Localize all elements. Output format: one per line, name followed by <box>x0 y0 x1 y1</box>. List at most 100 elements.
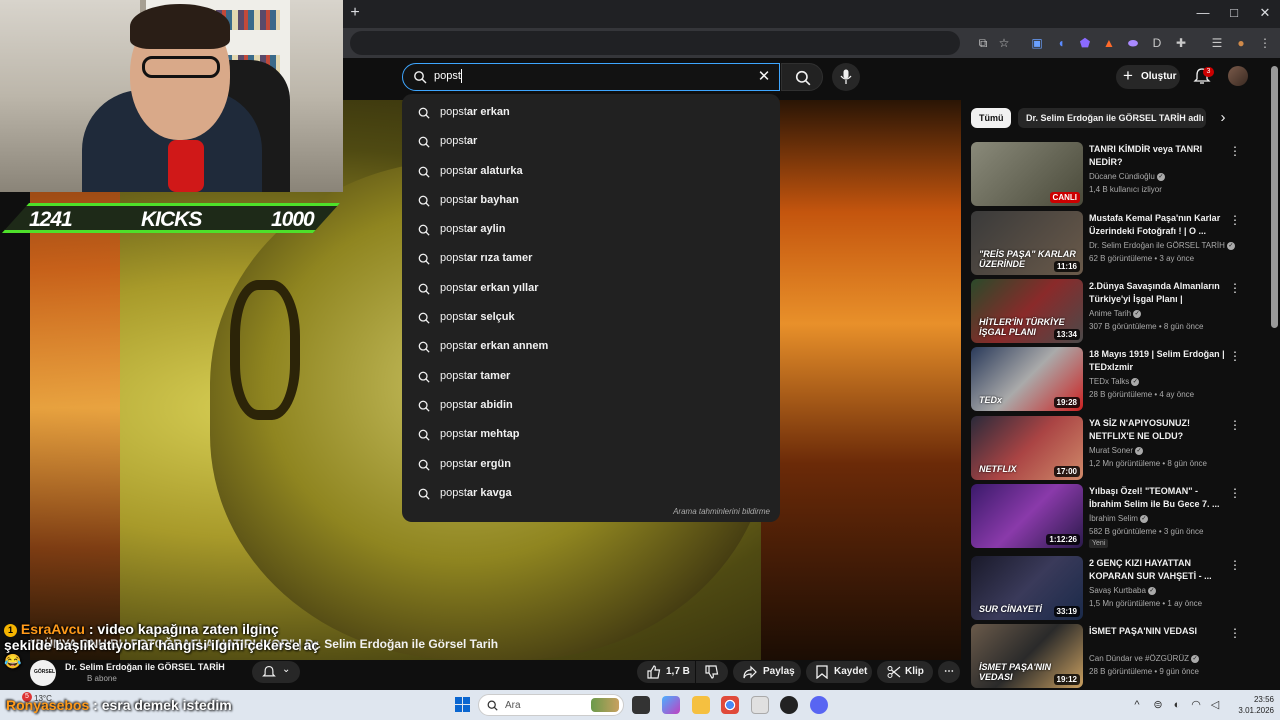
close-window-button[interactable]: ✕ <box>1250 4 1280 22</box>
related-channel-name[interactable]: Anime Tarih <box>1089 309 1131 318</box>
shield-extension-icon[interactable]: ⬟ <box>1076 34 1094 52</box>
suggestion-item[interactable]: popstar <box>402 127 780 156</box>
video-thumbnail[interactable]: "REİS PAŞA" KARLAR ÜZERİNDE 11:16 <box>971 211 1083 275</box>
video-thumbnail[interactable]: HİTLER'İN TÜRKİYE İŞGAL PLANI 13:34 <box>971 279 1083 343</box>
voice-search-button[interactable] <box>832 63 860 91</box>
related-channel-name[interactable]: İbrahim Selim <box>1089 514 1138 523</box>
related-video-title[interactable]: 18 Mayıs 1919 | Selim Erdoğan | TEDxIzmi… <box>1089 348 1225 374</box>
share-button[interactable]: Paylaş <box>733 661 801 683</box>
more-options-icon[interactable]: ⋮ <box>1229 486 1241 500</box>
related-video-title[interactable]: 2.Dünya Savaşında Almanların Türkiye'yi … <box>1089 280 1225 307</box>
search-button[interactable] <box>781 63 823 91</box>
suggestion-item[interactable]: popstar abidin <box>402 391 780 420</box>
more-options-icon[interactable]: ⋮ <box>1229 213 1241 227</box>
related-video-title[interactable]: Mustafa Kemal Paşa'nın Karlar Üzerindeki… <box>1089 212 1225 238</box>
notepad-icon[interactable] <box>751 696 769 714</box>
suggestion-item[interactable]: popstar tamer <box>402 362 780 391</box>
page-scrollbar[interactable] <box>1271 66 1278 328</box>
account-avatar[interactable] <box>1228 66 1248 86</box>
related-video-card[interactable]: TEDx 19:28 18 Mayıs 1919 | Selim Erdoğan |… <box>971 347 1251 411</box>
address-bar[interactable] <box>350 31 960 55</box>
mute-icon[interactable]: ◐ <box>1170 698 1184 712</box>
more-options-icon[interactable]: ⋮ <box>1229 418 1241 432</box>
related-video-title[interactable]: 2 GENÇ KIZI HAYATTAN KOPARAN SUR VAHŞETİ… <box>1089 557 1225 583</box>
dislike-button[interactable] <box>696 661 728 683</box>
related-video-title[interactable]: TANRI KİMDİR veya TANRI NEDİR? <box>1089 143 1225 169</box>
discord-icon[interactable] <box>810 696 828 714</box>
related-video-card[interactable]: 1:12:26 Yılbaşı Özel! "TEOMAN" - İbrahim … <box>971 484 1251 548</box>
pill-extension-icon[interactable]: ⬬ <box>1124 34 1142 52</box>
chevron-right-icon[interactable]: › <box>1215 110 1231 126</box>
like-button[interactable]: 1,7 B <box>637 661 695 683</box>
windows-start-icon[interactable] <box>455 697 470 712</box>
more-options-icon[interactable]: ⋮ <box>1229 558 1241 572</box>
related-channel-name[interactable]: Dücane Cündioğlu <box>1089 172 1155 181</box>
suggestion-item[interactable]: popstar mehtap <box>402 420 780 449</box>
related-video-card[interactable]: NETFLIX 17:00 YA SİZ N'APIYOSUNUZ! NETFLIX… <box>971 416 1251 480</box>
related-video-title[interactable]: YA SİZ N'APIYOSUNUZ! NETFLIX'E NE OLDU? <box>1089 417 1225 443</box>
chip-all[interactable]: Tümü <box>971 108 1011 128</box>
suggestion-item[interactable]: popstar rıza tamer <box>402 244 780 273</box>
suggestion-item[interactable]: popstar erkan <box>402 98 780 127</box>
chip-channel[interactable]: Dr. Selim Erdoğan ile GÖRSEL TARİH adlı … <box>1018 108 1206 128</box>
new-tab-button[interactable]: + <box>346 4 364 22</box>
video-thumbnail[interactable]: CANLI <box>971 142 1083 206</box>
related-video-card[interactable]: "REİS PAŞA" KARLAR ÜZERİNDE 11:16 Mustafa … <box>971 211 1251 275</box>
suggestion-item[interactable]: popstar alaturka <box>402 157 780 186</box>
video-thumbnail[interactable]: TEDx 19:28 <box>971 347 1083 411</box>
suggestion-item[interactable]: popstar bayhan <box>402 186 780 215</box>
related-video-title[interactable]: İSMET PAŞA'NIN VEDASI <box>1089 625 1225 638</box>
report-suggestions-link[interactable]: Arama tahminlerini bildirme <box>673 507 770 516</box>
related-channel-name[interactable]: Murat Soner <box>1089 446 1133 455</box>
reading-list-icon[interactable]: ☰ <box>1208 34 1226 52</box>
system-clock[interactable]: 23:56 3.01.2026 <box>1228 694 1274 716</box>
suggestion-item[interactable]: popstar erkan yıllar <box>402 274 780 303</box>
chrome-icon[interactable] <box>721 696 739 714</box>
related-channel-name[interactable]: Can Dündar ve #ÖZGÜRÜZ <box>1089 654 1189 663</box>
taskbar-search[interactable]: Ara <box>478 694 624 716</box>
browser-menu-icon[interactable]: ⋮ <box>1256 34 1274 52</box>
video-thumbnail[interactable]: İSMET PAŞA'NIN VEDASI 19:12 <box>971 624 1083 688</box>
task-view-icon[interactable] <box>632 696 650 714</box>
extensions-puzzle-icon[interactable]: ✚ <box>1172 34 1190 52</box>
related-video-card[interactable]: HİTLER'İN TÜRKİYE İŞGAL PLANI 13:34 2.Düny… <box>971 279 1251 343</box>
create-button[interactable]: + Oluştur <box>1116 65 1180 89</box>
clip-button[interactable]: Klip <box>877 661 933 683</box>
copilot-icon[interactable] <box>662 696 680 714</box>
more-options-icon[interactable]: ⋮ <box>1229 281 1241 295</box>
minimize-button[interactable]: — <box>1188 4 1218 22</box>
suggestion-item[interactable]: popstar kavga <box>402 479 780 508</box>
related-channel-name[interactable]: TEDx Talks <box>1089 377 1129 386</box>
bookmark-star-icon[interactable]: ☆ <box>995 34 1013 52</box>
cast-icon[interactable]: ⧉ <box>974 34 992 52</box>
suggestion-item[interactable]: popstar selçuk <box>402 303 780 332</box>
chevron-up-icon[interactable]: ^ <box>1130 698 1144 712</box>
more-options-icon[interactable]: ⋮ <box>1229 144 1241 158</box>
file-explorer-icon[interactable] <box>692 696 710 714</box>
related-video-card[interactable]: İSMET PAŞA'NIN VEDASI 19:12 İSMET PAŞA'NIN… <box>971 624 1251 688</box>
profile-icon[interactable]: ● <box>1232 34 1250 52</box>
video-thumbnail[interactable]: SUR CİNAYETİ 33:19 <box>971 556 1083 620</box>
wifi-icon[interactable]: ◠ <box>1189 698 1203 712</box>
save-button[interactable]: Kaydet <box>806 661 872 683</box>
obs-icon[interactable] <box>780 696 798 714</box>
translate-icon[interactable]: ▣ <box>1028 34 1046 52</box>
related-channel-name[interactable]: Savaş Kurtbaba <box>1089 586 1146 595</box>
related-video-card[interactable]: SUR CİNAYETİ 33:19 2 GENÇ KIZI HAYATTAN KO… <box>971 556 1251 620</box>
maximize-button[interactable]: □ <box>1219 4 1249 22</box>
more-options-icon[interactable]: ⋮ <box>1229 626 1241 640</box>
related-video-card[interactable]: CANLI TANRI KİMDİR veya TANRI NEDİR? Dücan… <box>971 142 1251 206</box>
network-icon[interactable]: ⊜ <box>1151 698 1165 712</box>
video-thumbnail[interactable]: 1:12:26 <box>971 484 1083 548</box>
clear-search-icon[interactable]: ✕ <box>755 68 773 86</box>
d-extension-icon[interactable]: D <box>1148 34 1166 52</box>
more-options-icon[interactable]: ⋮ <box>1229 349 1241 363</box>
search-input[interactable]: popst ✕ <box>402 63 780 91</box>
suggestion-item[interactable]: popstar ergün <box>402 450 780 479</box>
more-actions-icon[interactable]: ⋯ <box>938 661 960 683</box>
related-channel-name[interactable]: Dr. Selim Erdoğan ile GÖRSEL TARİH <box>1089 241 1225 250</box>
suggestion-item[interactable]: popstar erkan annem <box>402 332 780 361</box>
video-thumbnail[interactable]: NETFLIX 17:00 <box>971 416 1083 480</box>
suggestion-item[interactable]: popstar aylin <box>402 215 780 244</box>
volume-icon[interactable]: ◁ <box>1208 698 1222 712</box>
